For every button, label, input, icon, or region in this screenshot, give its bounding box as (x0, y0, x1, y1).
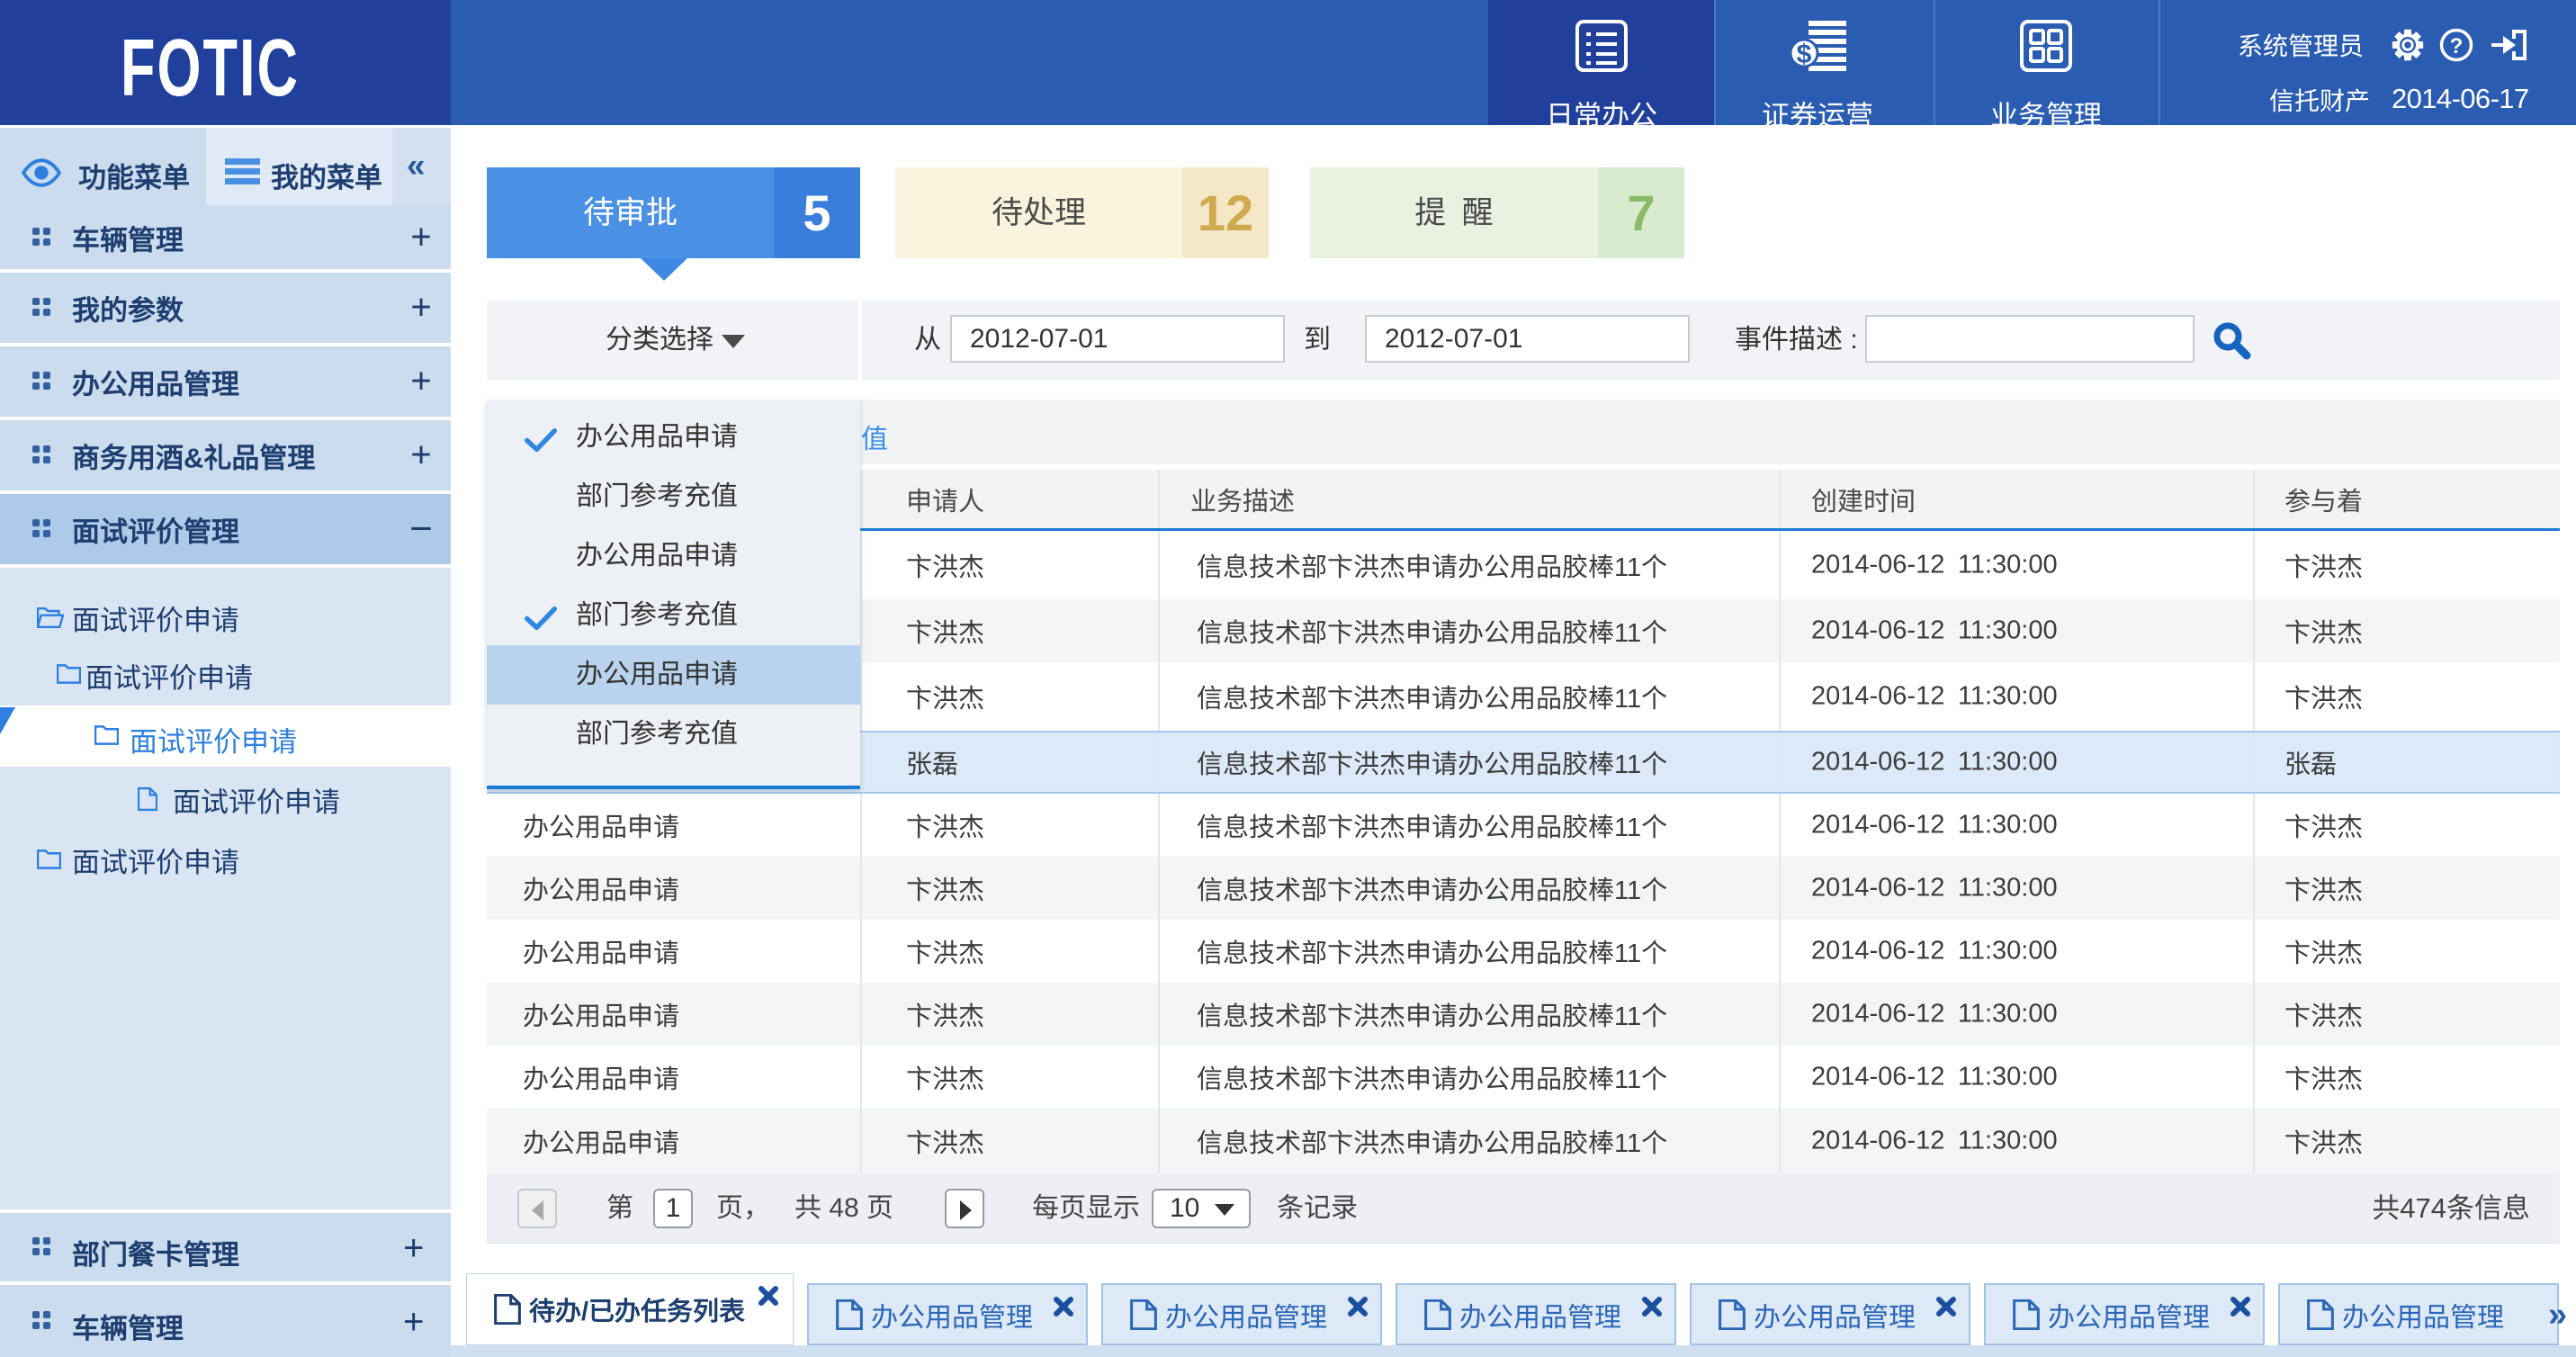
svg-text:$: $ (1797, 40, 1812, 69)
svg-text:?: ? (2450, 34, 2464, 58)
